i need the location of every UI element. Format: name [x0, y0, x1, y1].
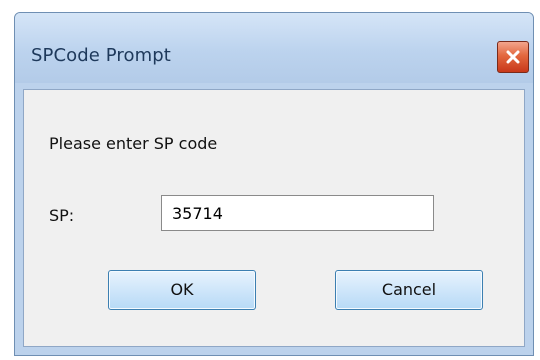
- dialog-body: Please enter SP code SP: OK Cancel: [23, 89, 525, 347]
- prompt-text: Please enter SP code: [49, 134, 218, 153]
- sp-code-input[interactable]: [161, 195, 434, 231]
- ok-button[interactable]: OK: [108, 270, 256, 310]
- sp-label: SP:: [49, 206, 75, 225]
- close-button[interactable]: [497, 41, 529, 73]
- close-icon: [505, 49, 521, 65]
- cancel-button[interactable]: Cancel: [335, 270, 483, 310]
- title-bar[interactable]: SPCode Prompt: [15, 13, 533, 83]
- window-title: SPCode Prompt: [31, 45, 171, 66]
- dialog-window: SPCode Prompt Please enter SP code SP: O…: [14, 12, 534, 356]
